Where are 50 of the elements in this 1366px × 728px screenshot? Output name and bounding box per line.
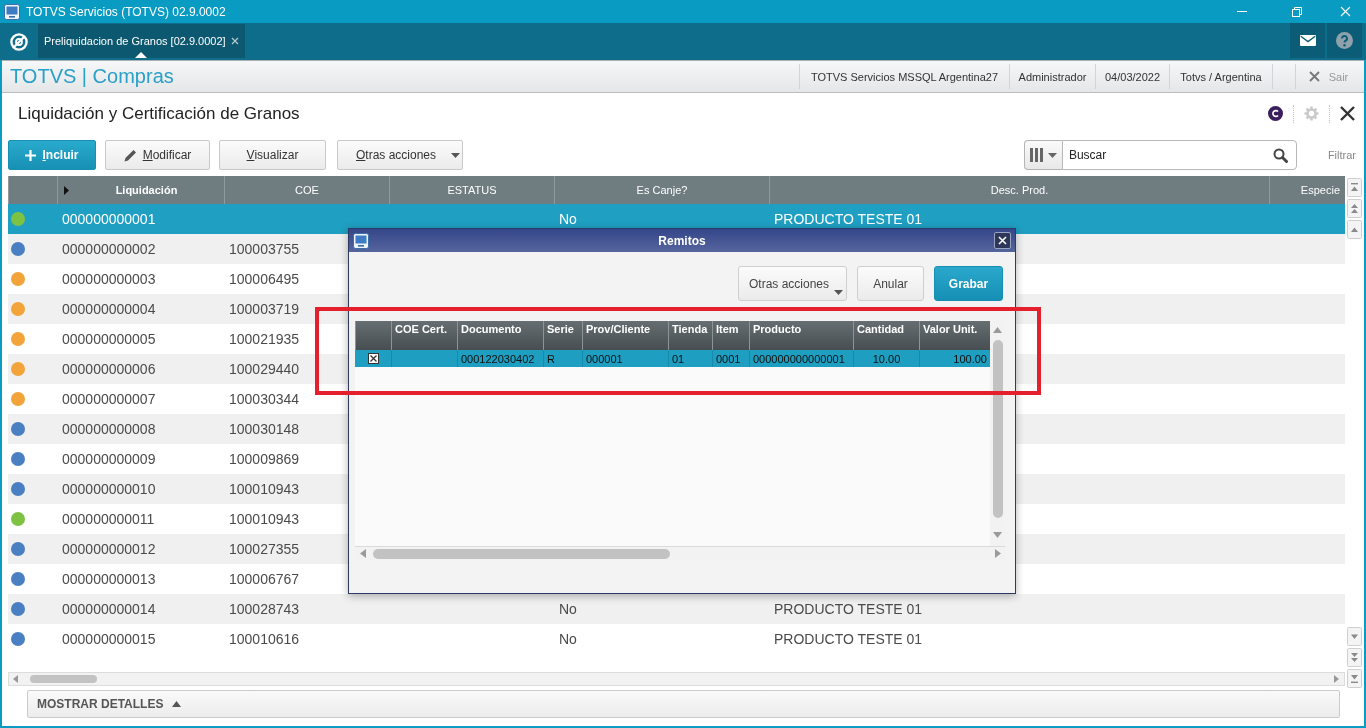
table-cell: No xyxy=(559,631,577,647)
table-cell: 000000000015 xyxy=(62,631,156,647)
table-cell: 000000000007 xyxy=(62,391,156,407)
table-cell: PRODUCTO TESTE 01 xyxy=(774,601,923,617)
session-info: TOTVS Servicios MSSQL Argentina27 xyxy=(799,64,1009,89)
table-cell: 000000000008 xyxy=(62,421,156,437)
table-cell: 100030344 xyxy=(229,391,300,407)
table-cell: 100006767 xyxy=(229,571,300,587)
table-cell: 10.00 xyxy=(853,350,919,367)
table-cell: 01 xyxy=(668,350,712,367)
session-info: 04/03/2022 xyxy=(1095,64,1169,89)
page-title: Liquidación y Certificación de Granos xyxy=(18,103,300,124)
table-cell: 000000000000001 xyxy=(749,350,853,367)
table-cell: 0001 xyxy=(712,350,749,367)
table-cell: 000000000012 xyxy=(62,541,156,557)
table-cell: R xyxy=(543,350,582,367)
table-cell: 000000000001 xyxy=(62,211,156,227)
table-cell: 100006495 xyxy=(229,271,300,287)
table-cell: 100021935 xyxy=(229,331,300,347)
table-cell: 000000000013 xyxy=(62,571,156,587)
table-cell: 000000000003 xyxy=(62,271,156,287)
session-info: Totvs / Argentina xyxy=(1169,64,1272,89)
table-cell: 100028743 xyxy=(229,601,300,617)
table-cell: 000122030402 xyxy=(457,350,543,367)
table-cell: 100010943 xyxy=(229,511,300,527)
table-cell: 000000000005 xyxy=(62,331,156,347)
table-cell: 000000000009 xyxy=(62,451,156,467)
table-cell: 100030148 xyxy=(229,421,300,437)
table-cell: 000000000014 xyxy=(62,601,156,617)
app-brand: TOTVS | Compras xyxy=(10,65,174,88)
table-cell: 000000000010 xyxy=(62,481,156,497)
dialog-title: Remitos xyxy=(658,233,706,248)
table-cell: 100027355 xyxy=(229,541,300,557)
table-cell: 000000000006 xyxy=(62,361,156,377)
table-cell: 100029440 xyxy=(229,361,300,377)
table-cell: 100003755 xyxy=(229,241,300,257)
table-cell: 100003719 xyxy=(229,301,300,317)
table-cell: PRODUCTO TESTE 01 xyxy=(774,631,923,647)
session-info: Administrador xyxy=(1009,64,1095,89)
window-title: TOTVS Servicios (TOTVS) 02.9.0002 xyxy=(26,4,226,19)
table-cell: 100010943 xyxy=(229,481,300,497)
table-cell: 000000000011 xyxy=(62,511,155,527)
table-cell: 000000000004 xyxy=(62,301,156,317)
table-cell: PRODUCTO TESTE 01 xyxy=(774,211,923,227)
table-cell: No xyxy=(559,601,577,617)
table-cell: No xyxy=(559,211,577,227)
table-cell: 000001 xyxy=(582,350,668,367)
table-cell: 100009869 xyxy=(229,451,300,467)
table-cell: 100010616 xyxy=(229,631,300,647)
table-cell: 000000000002 xyxy=(62,241,156,257)
